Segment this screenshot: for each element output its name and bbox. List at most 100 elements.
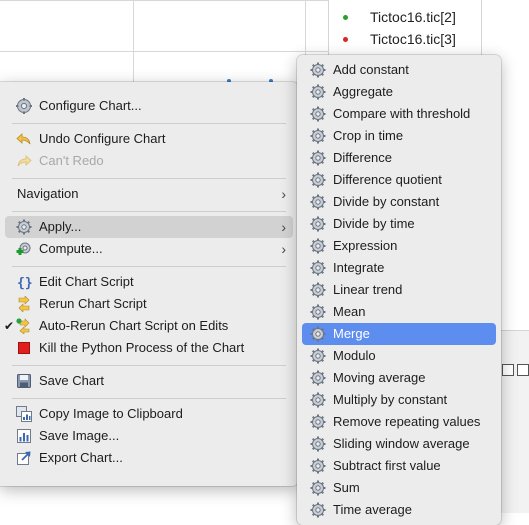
submenu-item-label: Moving average <box>333 370 426 385</box>
gear-icon <box>310 62 326 78</box>
menu-separator <box>12 178 286 179</box>
menu-item-label: Auto-Rerun Chart Script on Edits <box>39 318 229 333</box>
submenu-item-expression[interactable]: Expression <box>302 235 496 257</box>
submenu-item-modulo[interactable]: Modulo <box>302 345 496 367</box>
gear-icon <box>310 194 326 210</box>
menu-item-label: Copy Image to Clipboard <box>39 406 183 421</box>
gear-icon <box>310 128 326 144</box>
submenu-item-divide-by-time[interactable]: Divide by time <box>302 213 496 235</box>
menu-item-redo[interactable]: Can't Redo <box>5 150 293 172</box>
submenu-item-label: Compare with threshold <box>333 106 471 121</box>
submenu-item-sliding-window-average[interactable]: Sliding window average <box>302 433 496 455</box>
menu-item-configure-chart[interactable]: Configure Chart... <box>5 95 293 117</box>
submenu-item-multiply-by-constant[interactable]: Multiply by constant <box>302 389 496 411</box>
menu-item-label: Can't Redo <box>39 153 104 168</box>
submenu-item-sum[interactable]: Sum <box>302 477 496 499</box>
legend-item: Tictoc16.tic[2] <box>343 6 456 28</box>
menu-item-label: Navigation <box>17 186 79 201</box>
submenu-item-label: Mean <box>333 304 366 319</box>
submenu-item-difference[interactable]: Difference <box>302 147 496 169</box>
menu-item-compute[interactable]: Compute... › <box>5 238 293 260</box>
menu-item-save-image[interactable]: Save Image... <box>5 425 293 447</box>
grid-line <box>0 51 328 52</box>
submenu-item-label: Subtract first value <box>333 458 441 473</box>
submenu-item-label: Sliding window average <box>333 436 470 451</box>
svg-text:{}: {} <box>17 276 32 290</box>
submenu-item-add-constant[interactable]: Add constant <box>302 59 496 81</box>
submenu-item-divide-by-constant[interactable]: Divide by constant <box>302 191 496 213</box>
menu-item-export-chart[interactable]: Export Chart... <box>5 447 293 469</box>
menu-item-save-chart[interactable]: Save Chart <box>5 370 293 392</box>
submenu-item-integrate[interactable]: Integrate <box>302 257 496 279</box>
stop-icon <box>16 340 32 356</box>
submenu-item-label: Remove repeating values <box>333 414 481 429</box>
configure-icon <box>16 98 32 114</box>
gear-icon <box>310 304 326 320</box>
submenu-item-label: Difference quotient <box>333 172 442 187</box>
chart-context-menu: Configure Chart... Undo Configure Chart … <box>0 82 298 486</box>
gear-icon <box>310 282 326 298</box>
legend-marker <box>343 36 348 42</box>
menu-separator <box>12 398 286 399</box>
submenu-item-time-average[interactable]: Time average <box>302 499 496 521</box>
menu-item-label: Save Image... <box>39 428 120 443</box>
gear-icon <box>310 480 326 496</box>
menu-item-rerun-script[interactable]: Rerun Chart Script <box>5 293 293 315</box>
menu-item-label: Rerun Chart Script <box>39 296 147 311</box>
copy-image-icon <box>16 406 32 422</box>
gear-icon <box>310 414 326 430</box>
gear-icon <box>310 458 326 474</box>
menu-item-auto-rerun[interactable]: ✔ Auto-Rerun Chart Script on Edits <box>4 315 293 337</box>
submenu-item-label: Aggregate <box>333 84 393 99</box>
submenu-item-difference-quotient[interactable]: Difference quotient <box>302 169 496 191</box>
gear-icon <box>310 172 326 188</box>
legend-marker <box>343 14 348 20</box>
menu-item-navigation[interactable]: Navigation › <box>5 183 293 205</box>
gear-icon <box>310 326 326 342</box>
gear-icon <box>310 392 326 408</box>
menu-item-label: Configure Chart... <box>39 98 142 113</box>
grid-line <box>133 0 134 82</box>
gear-icon <box>310 436 326 452</box>
gear-icon <box>310 216 326 232</box>
side-panel <box>500 330 529 513</box>
menu-item-label: Undo Configure Chart <box>39 131 166 146</box>
submenu-item-aggregate[interactable]: Aggregate <box>302 81 496 103</box>
gear-icon <box>310 260 326 276</box>
submenu-item-label: Add constant <box>333 62 409 77</box>
legend-label: Tictoc16.tic[2] <box>370 9 456 25</box>
menu-separator <box>12 266 286 267</box>
apply-submenu: Add constant Aggregate Compare with thresh… <box>297 55 501 525</box>
submenu-item-remove-repeating-values[interactable]: Remove repeating values <box>302 411 496 433</box>
menu-item-undo[interactable]: Undo Configure Chart <box>5 128 293 150</box>
gear-icon <box>310 370 326 386</box>
submenu-item-mean[interactable]: Mean <box>302 301 496 323</box>
gear-icon <box>310 106 326 122</box>
submenu-item-label: Linear trend <box>333 282 403 297</box>
maximize-button[interactable] <box>517 364 529 376</box>
submenu-item-label: Expression <box>333 238 398 253</box>
submenu-item-linear-trend[interactable]: Linear trend <box>302 279 496 301</box>
menu-item-label: Save Chart <box>39 373 105 388</box>
submenu-item-label: Sum <box>333 480 360 495</box>
menu-item-apply[interactable]: Apply... › <box>5 216 293 238</box>
menu-item-copy-image[interactable]: Copy Image to Clipboard <box>5 403 293 425</box>
auto-rerun-icon <box>16 318 32 334</box>
menu-item-label: Edit Chart Script <box>39 274 134 289</box>
menu-item-kill-python[interactable]: Kill the Python Process of the Chart <box>5 337 293 359</box>
minimize-button[interactable] <box>502 364 514 376</box>
menu-item-edit-script[interactable]: {} Edit Chart Script <box>5 271 293 293</box>
submenu-item-subtract-first-value[interactable]: Subtract first value <box>302 455 496 477</box>
chart-legend: Tictoc16.tic[2] Tictoc16.tic[3] <box>328 0 482 60</box>
submenu-item-label: Time average <box>333 502 412 517</box>
submenu-item-label: Merge <box>333 326 370 341</box>
submenu-item-crop-in-time[interactable]: Crop in time <box>302 125 496 147</box>
submenu-item-moving-average[interactable]: Moving average <box>302 367 496 389</box>
chevron-right-icon: › <box>281 241 286 257</box>
submenu-item-compare-with-threshold[interactable]: Compare with threshold <box>302 103 496 125</box>
image-icon <box>16 428 32 444</box>
submenu-item-merge[interactable]: Merge <box>302 323 496 345</box>
rerun-icon <box>16 296 32 312</box>
checkmark-icon: ✔ <box>4 319 15 333</box>
chevron-right-icon: › <box>281 186 286 202</box>
